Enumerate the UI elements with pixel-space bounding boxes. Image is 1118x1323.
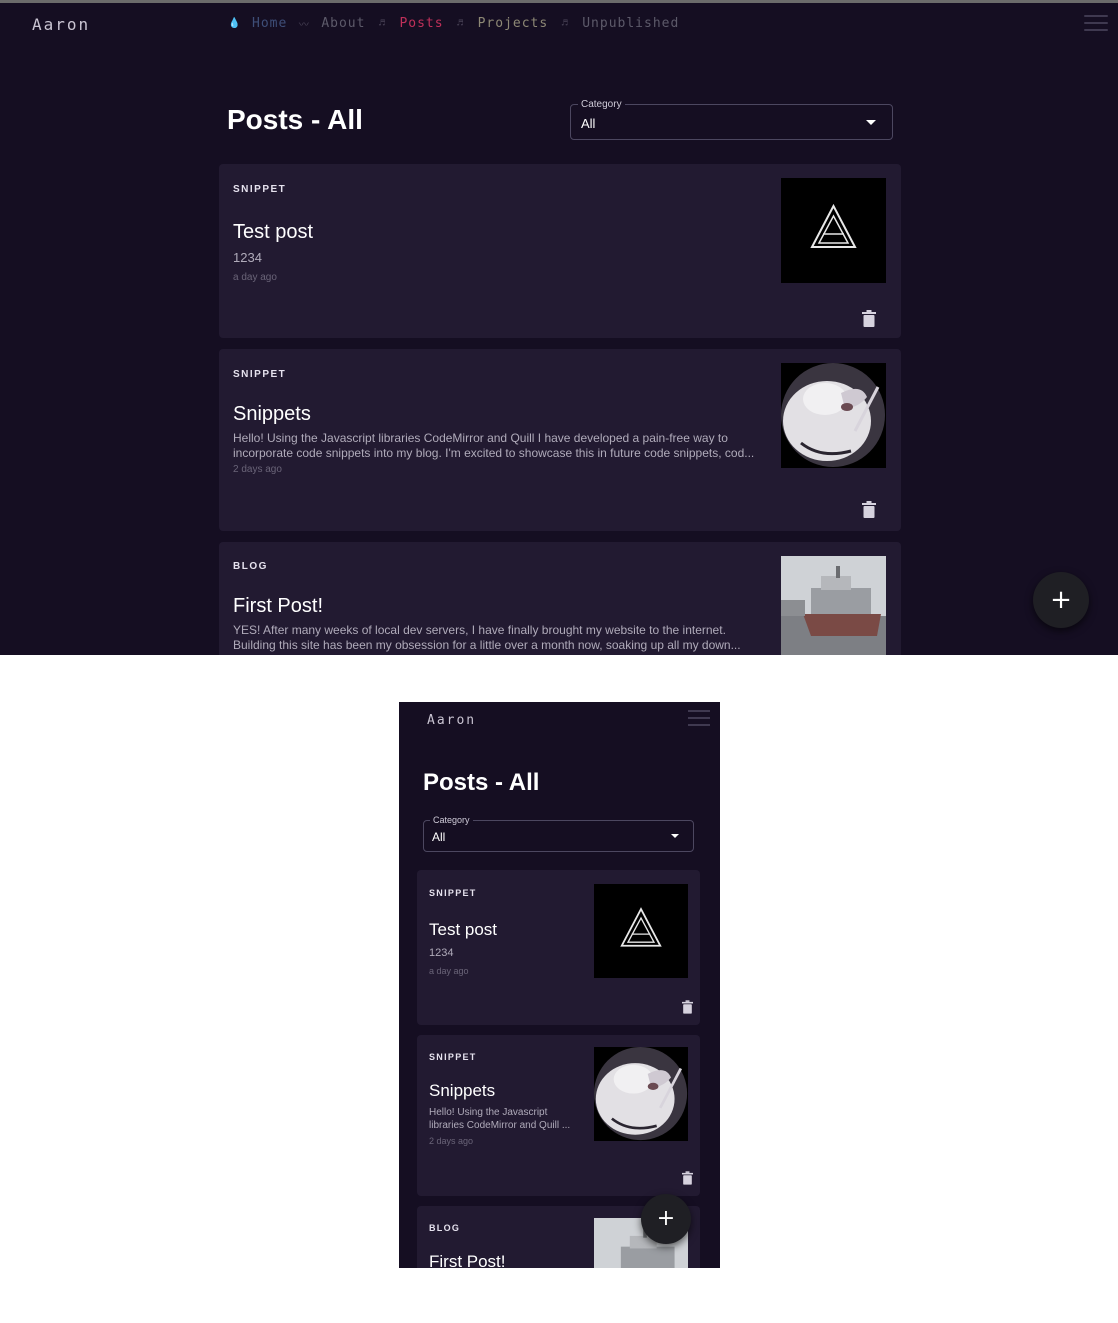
post-type: BLOG <box>429 1223 461 1233</box>
page-title: Posts - All <box>227 104 363 135</box>
post-card[interactable]: SNIPPET Snippets Hello! Using the Javasc… <box>417 1035 700 1196</box>
menu-icon[interactable] <box>1084 15 1108 36</box>
post-time: a day ago <box>233 272 277 283</box>
nav-link-posts[interactable]: Posts <box>399 16 443 31</box>
mobile-view: Aaron Posts - All Category All SNIPPET T… <box>399 702 720 1268</box>
post-type: SNIPPET <box>233 184 287 195</box>
nav-link-projects[interactable]: Projects <box>478 16 549 31</box>
category-value: All <box>432 830 446 844</box>
plus-icon: + <box>656 1206 676 1231</box>
category-label: Category <box>430 815 473 825</box>
post-type: SNIPPET <box>429 888 477 898</box>
add-post-button[interactable]: + <box>1033 572 1089 628</box>
caret-down-icon <box>671 834 679 838</box>
delete-trash-icon[interactable] <box>862 501 876 518</box>
nav-link-unpublished[interactable]: Unpublished <box>582 16 679 31</box>
post-excerpt: Hello! Using the Javascript libraries Co… <box>429 1107 571 1131</box>
delete-trash-icon[interactable] <box>682 1171 693 1185</box>
menu-icon[interactable] <box>688 710 710 731</box>
category-select[interactable]: Category All <box>570 99 893 140</box>
delete-trash-icon[interactable] <box>862 310 876 327</box>
post-excerpt: 1234 <box>429 947 454 959</box>
brand-logo[interactable]: Aaron <box>32 15 90 34</box>
post-excerpt: Hello! Using the Javascript libraries Co… <box>233 431 755 460</box>
post-title[interactable]: First Post! <box>233 595 323 618</box>
wave-icon: 〰 <box>298 20 310 31</box>
page-title: Posts - All <box>423 769 540 796</box>
category-select[interactable]: Category All <box>423 815 694 852</box>
post-title[interactable]: First Post! <box>429 1252 506 1268</box>
logo-a-thumbnail <box>781 178 886 283</box>
category-label: Category <box>578 99 625 110</box>
music-note-icon: ♬ <box>378 18 386 29</box>
ship-photo-thumbnail <box>781 556 886 655</box>
post-title[interactable]: Test post <box>429 920 497 940</box>
nav-links: 💧 Home 〰 About ♬ Posts ♬ Projects ♬ Unpu… <box>228 16 679 31</box>
nav-link-about[interactable]: About <box>321 16 365 31</box>
music-note-icon: ♬ <box>457 18 465 29</box>
mascot-thumbnail <box>594 1047 688 1141</box>
plus-icon: + <box>1050 585 1072 615</box>
logo-a-thumbnail <box>594 884 688 978</box>
post-type: SNIPPET <box>429 1052 477 1062</box>
brand-logo[interactable]: Aaron <box>427 713 476 728</box>
post-card[interactable]: SNIPPET Test post 1234 a day ago <box>417 870 700 1025</box>
nav-link-home[interactable]: Home <box>252 16 287 31</box>
post-time: 2 days ago <box>429 1136 474 1146</box>
navbar: Aaron 💧 Home 〰 About ♬ Posts ♬ Projects … <box>0 3 1118 51</box>
add-post-button[interactable]: + <box>641 1194 691 1244</box>
post-card[interactable]: SNIPPET Test post 1234 a day ago <box>219 164 901 338</box>
post-card[interactable]: BLOG First Post! YES! After many weeks o… <box>219 542 901 655</box>
post-time: a day ago <box>429 966 469 976</box>
post-time: 2 days ago <box>233 464 282 475</box>
desktop-view: Aaron 💧 Home 〰 About ♬ Posts ♬ Projects … <box>0 0 1118 655</box>
drop-icon: 💧 <box>228 18 242 29</box>
delete-trash-icon[interactable] <box>682 1000 693 1014</box>
caret-down-icon <box>866 120 876 125</box>
post-excerpt: YES! After many weeks of local dev serve… <box>233 623 741 652</box>
post-excerpt: 1234 <box>233 250 262 265</box>
category-value: All <box>581 116 596 131</box>
post-title[interactable]: Test post <box>233 221 313 244</box>
post-card[interactable]: SNIPPET Snippets Hello! Using the Javasc… <box>219 349 901 531</box>
post-title[interactable]: Snippets <box>233 403 311 426</box>
mascot-thumbnail <box>781 363 886 468</box>
music-note-icon: ♬ <box>561 18 569 29</box>
post-type: BLOG <box>233 561 268 572</box>
post-type: SNIPPET <box>233 369 287 380</box>
post-title[interactable]: Snippets <box>429 1081 495 1101</box>
